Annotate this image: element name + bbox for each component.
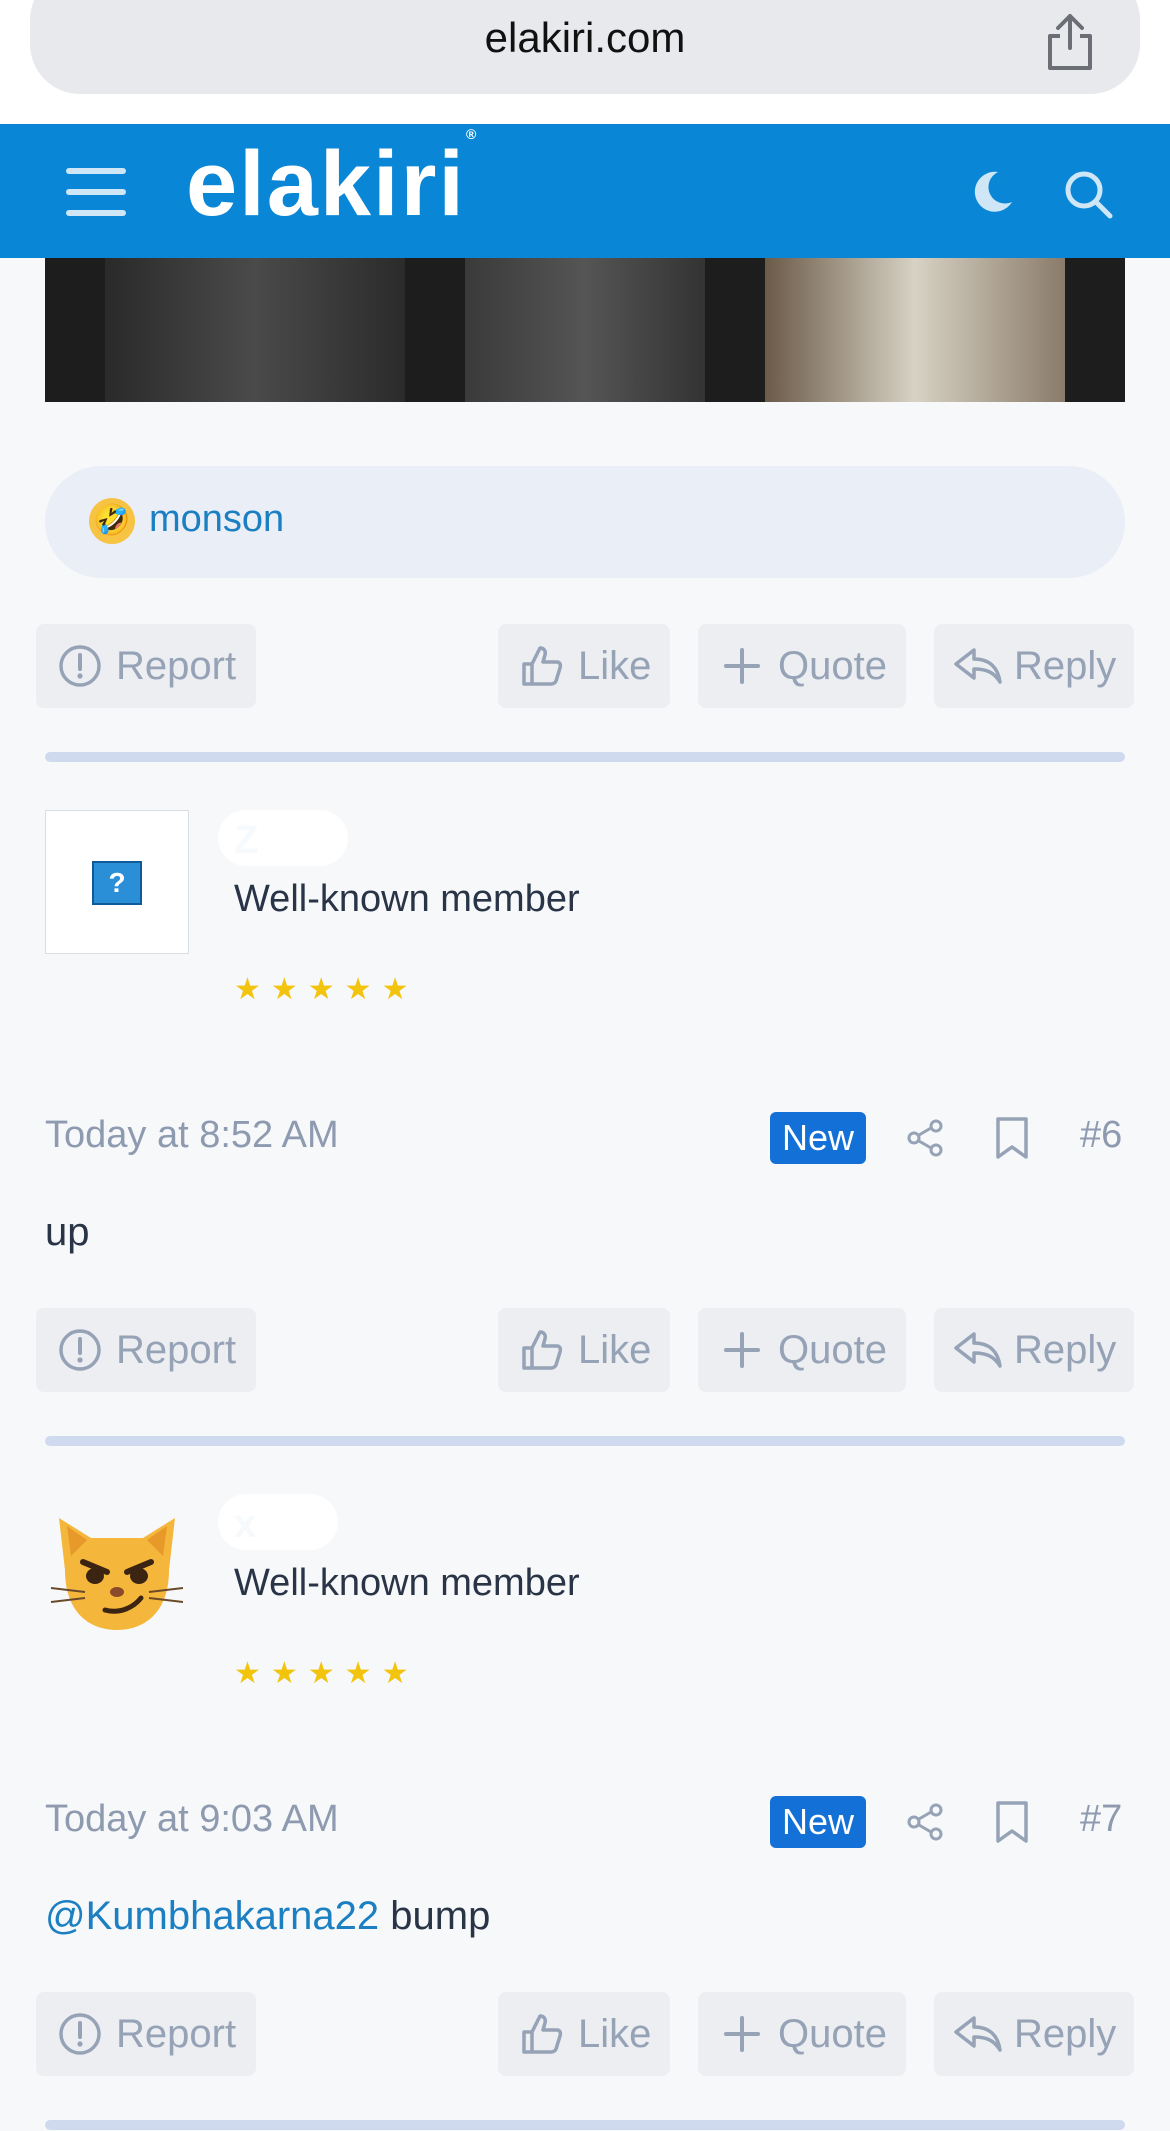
reply-arrow-icon: [954, 2016, 1002, 2052]
user-mention-link[interactable]: @Kumbhakarna22: [45, 1894, 379, 1938]
report-button[interactable]: Report: [36, 1308, 256, 1392]
moon-icon[interactable]: [968, 168, 1016, 216]
redaction-scribble: [218, 810, 348, 866]
redaction-scribble: [218, 1494, 338, 1550]
alert-circle-icon: [59, 2013, 101, 2055]
menu-icon[interactable]: [66, 168, 126, 216]
post-divider: [45, 752, 1125, 762]
rating-stars: ★★★★★: [234, 973, 419, 1006]
new-badge: New: [770, 1796, 866, 1848]
post-actions: Report Like Quote Reply: [0, 1308, 1170, 1392]
reactions-bar[interactable]: 🤣 monson: [45, 466, 1125, 578]
post-body: up: [45, 1210, 90, 1254]
post-number[interactable]: #6: [1080, 1114, 1122, 1157]
post-timestamp[interactable]: Today at 8:52 AM: [45, 1114, 339, 1157]
avatar[interactable]: ?: [45, 810, 189, 954]
share-icon[interactable]: [906, 1118, 946, 1158]
post-divider: [45, 1436, 1125, 1446]
browser-chrome: elakiri.com: [0, 0, 1170, 124]
thumbs-up-icon: [522, 2014, 563, 2054]
post-number[interactable]: #7: [1080, 1798, 1122, 1841]
share-icon[interactable]: [906, 1802, 946, 1842]
post-image[interactable]: [45, 258, 1125, 402]
reply-button[interactable]: Reply: [934, 1308, 1134, 1392]
url-text[interactable]: elakiri.com: [0, 14, 1170, 62]
rating-stars: ★★★★★: [234, 1657, 419, 1690]
post-actions: Report Like Quote Reply: [0, 1992, 1170, 2076]
reply-button[interactable]: Reply: [934, 1992, 1134, 2076]
reply-arrow-icon: [954, 648, 1002, 684]
post-actions: Report Like Quote Reply: [0, 624, 1170, 708]
alert-circle-icon: [59, 645, 101, 687]
post-meta: Today at 9:03 AM New #7: [0, 1792, 1170, 1852]
alert-circle-icon: [59, 1329, 101, 1371]
plus-icon: [724, 648, 760, 684]
quote-button[interactable]: Quote: [698, 624, 906, 708]
user-title: Well-known member: [234, 1562, 580, 1604]
user-title: Well-known member: [234, 878, 580, 920]
reply-button[interactable]: Reply: [934, 624, 1134, 708]
post-timestamp[interactable]: Today at 9:03 AM: [45, 1798, 339, 1841]
thumbs-up-icon: [522, 646, 563, 686]
bookmark-icon[interactable]: [994, 1116, 1030, 1160]
search-icon[interactable]: [1062, 168, 1114, 220]
smirking-cat-avatar[interactable]: [45, 1492, 189, 1636]
question-mark-icon: ?: [92, 861, 142, 905]
thumbs-up-icon: [522, 1330, 563, 1370]
laughing-emoji-icon: 🤣: [89, 498, 135, 544]
new-badge: New: [770, 1112, 866, 1164]
reaction-user-link[interactable]: monson: [149, 498, 284, 541]
share-icon[interactable]: [1044, 12, 1096, 72]
site-logo[interactable]: elakiri®: [186, 127, 478, 230]
post-divider: [45, 2120, 1125, 2130]
report-button[interactable]: Report: [36, 624, 256, 708]
quote-button[interactable]: Quote: [698, 1308, 906, 1392]
bookmark-icon[interactable]: [994, 1800, 1030, 1844]
like-button[interactable]: Like: [498, 1992, 670, 2076]
like-button[interactable]: Like: [498, 1308, 670, 1392]
post-meta: Today at 8:52 AM New #6: [0, 1108, 1170, 1168]
post-body-text: bump: [379, 1894, 491, 1938]
site-header: elakiri®: [0, 124, 1170, 258]
report-button[interactable]: Report: [36, 1992, 256, 2076]
plus-icon: [724, 1332, 760, 1368]
post-body: @Kumbhakarna22 bump: [45, 1894, 490, 1939]
plus-icon: [724, 2016, 760, 2052]
reply-arrow-icon: [954, 1332, 1002, 1368]
like-button[interactable]: Like: [498, 624, 670, 708]
quote-button[interactable]: Quote: [698, 1992, 906, 2076]
